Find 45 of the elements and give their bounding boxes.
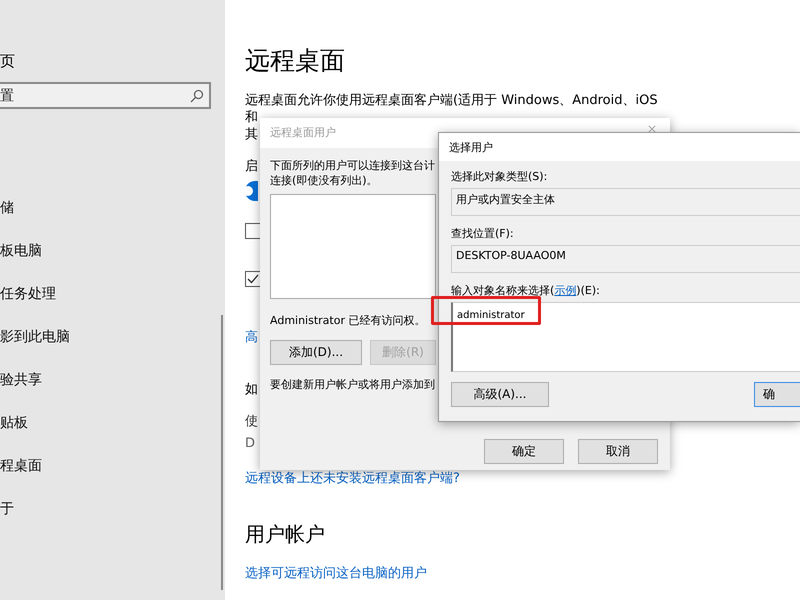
field-label: 选择此对象类型(S): — [451, 169, 548, 184]
sidebar-item[interactable]: 于 — [0, 498, 14, 520]
intro-text: 连接(即使没有列出)。 — [270, 173, 378, 188]
field-label: 查找位置(F): — [451, 226, 514, 241]
intro-text: 下面所列的用户可以连接到这台计 — [270, 158, 435, 173]
create-note: 要创建新用户帐户或将用户添加到 — [270, 377, 435, 392]
description-text: 远程桌面允许你使用远程桌面客户端(适用于 Windows、Android、iOS — [245, 92, 658, 109]
scrollbar[interactable] — [221, 315, 223, 590]
description-text: 其 — [245, 126, 258, 143]
sidebar-item[interactable]: 贴板 — [0, 412, 28, 434]
dialog-title: 选择用户 — [449, 140, 493, 154]
description-text: 和 — [245, 109, 258, 126]
object-name-field[interactable]: administrator — [451, 302, 800, 372]
info-label: 使 — [245, 413, 258, 430]
sidebar-item[interactable]: 程桌面 — [0, 455, 42, 477]
sidebar-item[interactable]: 验共享 — [0, 369, 42, 391]
section-heading: 如 — [245, 381, 258, 399]
advanced-link[interactable]: 高 — [245, 328, 258, 346]
page-title: 远程桌面 — [245, 45, 346, 77]
section-heading: 用户帐户 — [245, 521, 325, 548]
sidebar-item[interactable]: 储 — [0, 197, 14, 219]
toggle-switch[interactable] — [245, 181, 258, 201]
client-link[interactable]: 远程设备上还未安装远程桌面客户端? — [245, 469, 460, 487]
sidebar-item[interactable]: 任务处理 — [0, 283, 56, 305]
field-label: 输入对象名称来选择(示例)(E): — [451, 283, 600, 298]
search-icon — [190, 88, 204, 102]
sidebar-item[interactable]: 板电脑 — [0, 240, 42, 262]
object-type-field: 用户或内置安全主体 — [451, 188, 800, 216]
example-link[interactable]: 示例 — [554, 284, 576, 297]
close-icon[interactable] — [648, 125, 656, 133]
location-field: DESKTOP-8UAAO0M — [451, 245, 800, 273]
search-field[interactable]: 置 — [0, 82, 211, 109]
dialog-title: 远程桌面用户 — [270, 125, 336, 140]
users-link[interactable]: 选择可远程访问这台电脑的用户 — [245, 564, 427, 582]
setting-label: 启 — [245, 158, 258, 175]
access-note: Administrator 已经有访问权。 — [270, 313, 426, 328]
ok-button[interactable]: 确 — [754, 382, 800, 407]
dialog-button[interactable]: 添加(D)... — [270, 340, 362, 365]
dialog-button[interactable]: 确定 — [484, 439, 564, 464]
search-placeholder: 置 — [0, 86, 14, 104]
sidebar-item[interactable]: 影到此电脑 — [0, 326, 70, 348]
advanced-button[interactable]: 高级(A)... — [451, 382, 549, 407]
home-label[interactable]: 页 — [0, 52, 225, 72]
dialog-button[interactable]: 取消 — [578, 439, 658, 464]
info-value: D — [245, 436, 256, 451]
